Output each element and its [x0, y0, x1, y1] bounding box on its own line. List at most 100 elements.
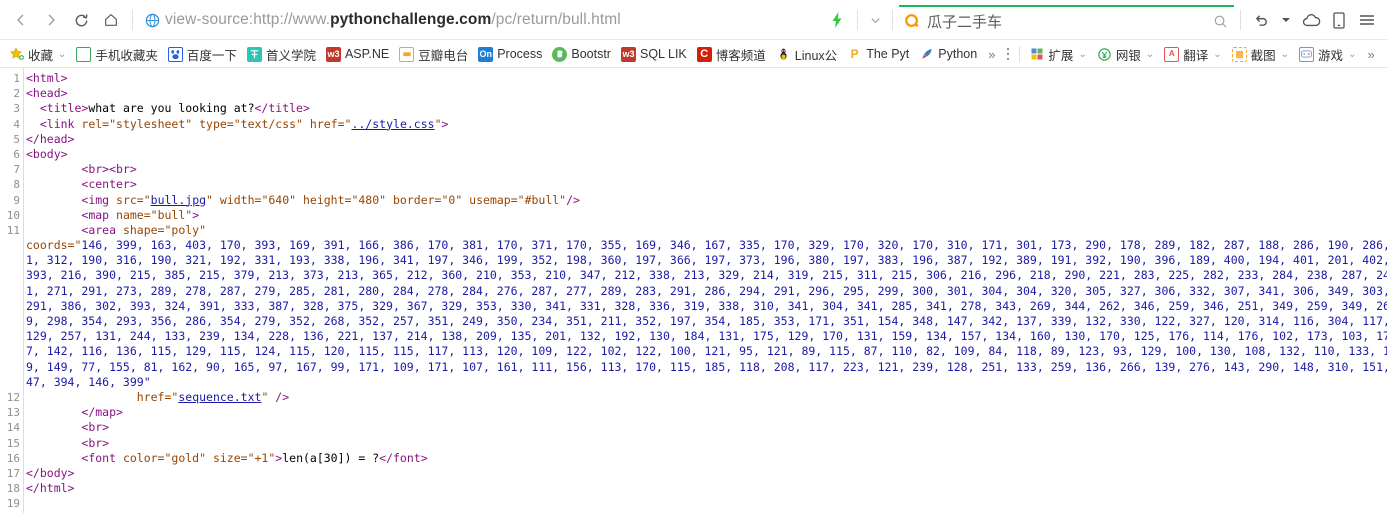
search-engine-logo-icon[interactable]	[899, 8, 925, 34]
bookmark-item-11-label: Python	[938, 47, 978, 61]
url-path: /pc/return/bull.html	[491, 11, 621, 28]
line-number-16: 16	[6, 451, 20, 465]
coords-values: 146, 399, 163, 403, 170, 393, 169, 391, …	[81, 238, 1387, 253]
home-button[interactable]	[96, 5, 126, 35]
csdn-icon: C	[696, 46, 712, 62]
csdn-icon-text: C	[700, 47, 709, 60]
navigation-controls	[0, 5, 139, 35]
page-info-icon[interactable]	[141, 9, 163, 31]
source-line-1: <html>	[26, 71, 68, 85]
source-line-3: <title>what are you looking at?</title>	[39, 101, 310, 116]
favorites-star-icon	[9, 47, 24, 62]
extension-item-3[interactable]: 截图 ⌄	[1227, 42, 1294, 66]
search-box[interactable]: 瓜子二手车	[899, 5, 1234, 35]
source-line-2: <head>	[26, 86, 68, 101]
coords-wrap-line-3: 1, 271, 291, 273, 289, 278, 287, 279, 28…	[26, 283, 1387, 298]
source-line-13: </map>	[81, 405, 123, 420]
coords-wrap-line-0: coords="146, 399, 163, 403, 170, 393, 16…	[26, 238, 1387, 253]
bookmark-item-8[interactable]: C 博客频道	[692, 42, 771, 66]
source-code[interactable]: <html> <head> <title>what are you looking…	[26, 68, 1387, 511]
toolbar-separator-3	[892, 10, 893, 30]
linux-penguin-icon	[775, 46, 791, 62]
extension-item-0[interactable]: 扩展 ⌄	[1024, 42, 1091, 66]
back-button[interactable]	[6, 5, 36, 35]
source-line-12: href="sequence.txt" />	[136, 389, 290, 404]
bookmark-item-1[interactable]: 百度一下	[163, 42, 242, 66]
bookmark-item-4-label: 豆瓣电台	[418, 48, 469, 63]
bookmark-favorites-label: 收藏	[28, 48, 54, 63]
coords-wrap-line-4: 291, 386, 302, 393, 324, 391, 333, 387, …	[26, 298, 1387, 313]
chevron-down-icon-favorites[interactable]: ⌄	[58, 49, 66, 60]
search-icon[interactable]	[1206, 7, 1234, 35]
bookmark-item-6[interactable]: Bootstr	[547, 42, 616, 66]
view-source-content[interactable]: 1 2 3 4 5 6 7 8 9 10 11 12 13 14 15 16 17 18 19 <html> <hea…	[0, 68, 1387, 513]
line-numbers: 1 2 3 4 5 6 7 8 9 10 11 12 13 14 15 16 17 18 19	[0, 68, 23, 512]
cloud-icon[interactable]	[1297, 6, 1325, 34]
coords-wrap-line-9: 47, 394, 146, 399"	[26, 374, 151, 389]
extension-item-2[interactable]: A 翻译 ⌄	[1159, 42, 1226, 66]
bookmark-item-4[interactable]: 豆瓣电台	[394, 42, 473, 66]
address-bar[interactable]: view-source:http://www.pythonchallenge.c…	[139, 5, 823, 35]
lightning-bolt-icon[interactable]	[823, 6, 851, 34]
phone-bookmark-icon	[76, 46, 92, 62]
bookmark-item-11[interactable]: Python	[914, 42, 982, 66]
search-input[interactable]: 瓜子二手车	[925, 11, 1002, 32]
browser-chrome: view-source:http://www.pythonchallenge.c…	[0, 0, 1387, 68]
bookmarks-divider	[1019, 46, 1021, 62]
line-number-17: 17	[6, 467, 20, 480]
extension-item-4[interactable]: 游戏 ⌄	[1294, 42, 1361, 66]
hamburger-menu-icon[interactable]	[1353, 6, 1381, 34]
w3-red-icon-text: w3	[622, 48, 635, 59]
source-line-17: </body>	[26, 465, 75, 480]
bookmark-item-8-label: 博客频道	[715, 48, 766, 63]
caret-down-icon[interactable]	[1275, 6, 1297, 34]
source-line-8: <center>	[81, 177, 137, 192]
line-number-19: 19	[6, 497, 20, 511]
coords-wrap-line-7: 7, 142, 116, 136, 115, 129, 115, 124, 11…	[26, 344, 1387, 359]
bookmarks-overflow-button[interactable]: »	[982, 47, 1001, 62]
chevron-down-icon-ext-2[interactable]: ⌄	[1213, 49, 1221, 60]
vertical-dots-icon[interactable]	[1001, 46, 1015, 63]
python-docs-icon-text: P	[850, 47, 859, 61]
bookmark-item-9-label: Linux公	[794, 48, 838, 63]
extension-item-1[interactable]: 网银 ⌄	[1092, 42, 1159, 66]
w3-red-icon: w3	[620, 46, 636, 62]
url-host: pythonchallenge.com	[330, 11, 492, 28]
extensions-overflow-button[interactable]: »	[1361, 47, 1380, 62]
extensions-grid-icon	[1029, 46, 1045, 62]
bookmark-item-3[interactable]: w3 ASP.NE	[321, 42, 394, 66]
on-icon-text: On	[479, 48, 492, 59]
chevron-down-icon-ext-3[interactable]: ⌄	[1281, 49, 1289, 60]
chevron-down-icon-ext-4[interactable]: ⌄	[1348, 49, 1356, 60]
w3-icon-text: w3	[327, 48, 340, 59]
chevron-down-icon-ext-1[interactable]: ⌄	[1146, 49, 1154, 60]
source-line-10: <map name="bull">	[81, 207, 200, 222]
forward-button[interactable]	[36, 5, 66, 35]
bookmark-item-10[interactable]: P The Pyt	[842, 42, 914, 66]
bookmark-item-9[interactable]: Linux公	[771, 42, 842, 66]
source-line-15: <br>	[81, 435, 110, 450]
chevron-down-icon-ext-0[interactable]: ⌄	[1078, 49, 1086, 60]
source-line-14: <br>	[81, 420, 110, 435]
shouyi-college-icon	[246, 46, 262, 62]
python-docs-icon: P	[847, 46, 863, 62]
line-number-1: 1	[13, 72, 20, 85]
chevron-down-icon[interactable]	[864, 6, 886, 34]
undo-arrow-icon[interactable]	[1247, 6, 1275, 34]
mobile-device-icon[interactable]	[1325, 6, 1353, 34]
online-banking-icon	[1096, 46, 1112, 62]
source-line-9: <img src="bull.jpg" width="640" height="…	[81, 192, 580, 207]
bookmark-item-7[interactable]: w3 SQL LIK	[616, 42, 692, 66]
source-line-6: <body>	[26, 146, 68, 161]
url-text[interactable]: view-source:http://www.pythonchallenge.c…	[163, 11, 621, 29]
line-number-12: 12	[6, 391, 20, 405]
coords-wrap-line-8: 9, 149, 77, 155, 81, 162, 90, 165, 97, 1…	[26, 359, 1387, 374]
reload-button[interactable]	[66, 5, 96, 35]
bookmark-favorites[interactable]: 收藏 ⌄	[4, 42, 71, 66]
on-icon: On	[478, 46, 494, 62]
bookmark-item-0[interactable]: 手机收藏夹	[71, 42, 163, 66]
line-number-11: 11	[6, 223, 20, 237]
line-number-13: 13	[6, 406, 20, 420]
bookmark-item-2[interactable]: 首义学院	[242, 42, 321, 66]
bookmark-item-5[interactable]: On Process	[473, 42, 547, 66]
